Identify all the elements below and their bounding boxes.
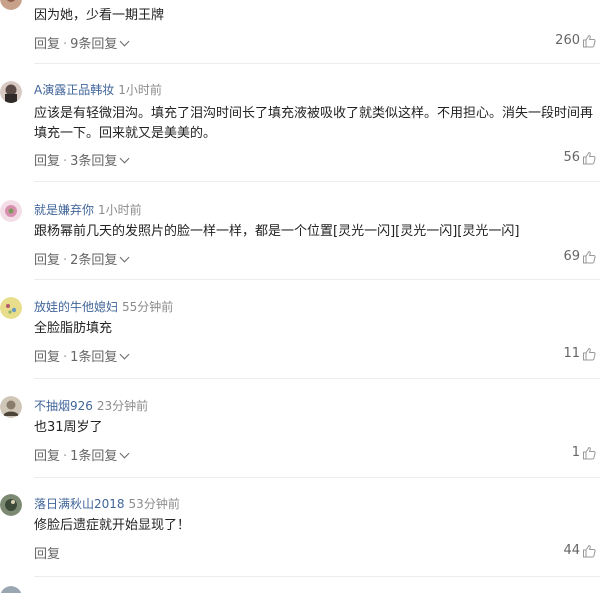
avatar[interactable] xyxy=(0,494,22,516)
comment-item: 就是嫌弃你 1小时前 跟杨幂前几天的发照片的脸一样一样，都是一个位置[灵光一闪][… xyxy=(0,196,600,276)
comment-meta: A演露正品韩妆 1小时前 xyxy=(34,81,162,98)
like-button[interactable]: 44 xyxy=(563,543,596,558)
comment-text: 全脸脂肪填充 xyxy=(34,321,113,336)
timestamp: 1小时前 xyxy=(118,83,162,97)
reply-button[interactable]: 回复 xyxy=(34,350,60,365)
thumbs-up-icon xyxy=(582,347,596,361)
comment-item: 不抽烟926 23分钟前 也31周岁了 回复 · 1条回复 1 xyxy=(0,392,600,472)
comment-meta: 落日满秋山2018 53分钟前 xyxy=(34,495,180,512)
chevron-down-icon xyxy=(119,153,130,164)
comment-text: 填充一下。回来就又是美美的。 xyxy=(34,126,217,141)
view-replies-button[interactable]: 1条回复 xyxy=(70,349,130,365)
separator: · xyxy=(63,350,68,365)
divider xyxy=(34,181,600,182)
like-count: 1 xyxy=(571,445,580,460)
comment-meta: 就是嫌弃你 1小时前 xyxy=(34,201,142,218)
view-replies-button[interactable]: 3条回复 xyxy=(70,153,130,169)
avatar[interactable] xyxy=(0,0,22,10)
comment-meta: 放娃的牛他媳妇 55分钟前 xyxy=(34,298,173,315)
comment-meta: 不抽烟926 23分钟前 xyxy=(34,397,148,414)
chevron-down-icon xyxy=(119,252,130,263)
thumbs-up-icon xyxy=(582,446,596,460)
username-link[interactable]: 放娃的牛他媳妇 xyxy=(34,300,118,314)
comment-actions: 回复 · 1条回复 xyxy=(34,346,130,365)
divider xyxy=(34,576,600,577)
comment-text: 修脸后遗症就开始显现了！ xyxy=(34,518,191,533)
like-count: 260 xyxy=(555,33,580,48)
like-count: 69 xyxy=(563,249,580,264)
view-replies-button[interactable]: 2条回复 xyxy=(70,252,130,268)
chevron-down-icon xyxy=(119,448,130,459)
comment-text: 也31周岁了 xyxy=(34,420,103,435)
divider xyxy=(34,477,600,478)
avatar[interactable] xyxy=(0,81,22,103)
like-count: 56 xyxy=(563,150,580,165)
like-button[interactable]: 56 xyxy=(563,150,596,165)
like-button[interactable]: 69 xyxy=(563,249,596,264)
comment-actions: 回复 · 2条回复 xyxy=(34,249,130,268)
thumbs-up-icon xyxy=(582,151,596,165)
username-link[interactable]: A演露正品韩妆 xyxy=(34,83,114,97)
thumbs-up-icon xyxy=(582,544,596,558)
timestamp: 53分钟前 xyxy=(128,497,180,511)
divider xyxy=(34,378,600,379)
avatar[interactable] xyxy=(0,200,22,222)
thumbs-up-icon xyxy=(582,250,596,264)
username-link[interactable]: 不抽烟926 xyxy=(34,399,93,413)
avatar[interactable] xyxy=(0,586,22,593)
separator: · xyxy=(63,253,68,268)
chevron-down-icon xyxy=(119,36,130,47)
separator: · xyxy=(63,449,68,464)
separator: · xyxy=(63,37,68,52)
avatar[interactable] xyxy=(0,396,22,418)
like-button[interactable]: 260 xyxy=(555,33,596,48)
view-replies-button[interactable]: 9条回复 xyxy=(70,36,130,52)
username-link[interactable]: 落日满秋山2018 xyxy=(34,497,125,511)
like-count: 44 xyxy=(563,543,580,558)
comment-item: 因为她，少看一期王牌 回复 · 9条回复 260 xyxy=(0,0,600,60)
like-button[interactable]: 11 xyxy=(563,346,596,361)
comment-actions: 回复 · 1条回复 xyxy=(34,445,130,464)
comment-actions: 回复 · 3条回复 xyxy=(34,150,130,169)
divider xyxy=(34,279,600,280)
comment-text: 因为她，少看一期王牌 xyxy=(34,8,165,23)
like-count: 11 xyxy=(563,346,580,361)
comment-item: 放娃的牛他媳妇 55分钟前 全脸脂肪填充 回复 · 1条回复 11 xyxy=(0,293,600,373)
timestamp: 1小时前 xyxy=(98,203,142,217)
thumbs-up-icon xyxy=(582,34,596,48)
comment-text: 跟杨幂前几天的发照片的脸一样一样，都是一个位置[灵光一闪][灵光一闪][灵光一闪… xyxy=(34,224,520,239)
comment-text: 应该是有轻微泪沟。填充了泪沟时间长了填充液被吸收了就类似这样。不用担心。消失一段… xyxy=(34,106,594,121)
reply-button[interactable]: 回复 xyxy=(34,449,60,464)
reply-button[interactable]: 回复 xyxy=(34,154,60,169)
reply-button[interactable]: 回复 xyxy=(34,547,60,562)
divider xyxy=(34,63,600,64)
comment-item: A演露正品韩妆 1小时前 应该是有轻微泪沟。填充了泪沟时间长了填充液被吸收了就类似… xyxy=(0,76,600,176)
like-button[interactable]: 1 xyxy=(572,445,596,460)
reply-button[interactable]: 回复 xyxy=(34,37,60,52)
avatar[interactable] xyxy=(0,297,22,319)
comment-actions: 回复 · 9条回复 xyxy=(34,33,130,52)
chevron-down-icon xyxy=(119,349,130,360)
separator: · xyxy=(63,154,68,169)
view-replies-button[interactable]: 1条回复 xyxy=(70,448,130,464)
timestamp: 23分钟前 xyxy=(96,399,149,413)
comment-actions: 回复 xyxy=(34,543,60,562)
comment-item: 落日满秋山2018 53分钟前 修脸后遗症就开始显现了！ 回复 44 xyxy=(0,490,600,570)
username-link[interactable]: 就是嫌弃你 xyxy=(34,203,94,217)
reply-button[interactable]: 回复 xyxy=(34,253,60,268)
timestamp: 55分钟前 xyxy=(122,300,174,314)
